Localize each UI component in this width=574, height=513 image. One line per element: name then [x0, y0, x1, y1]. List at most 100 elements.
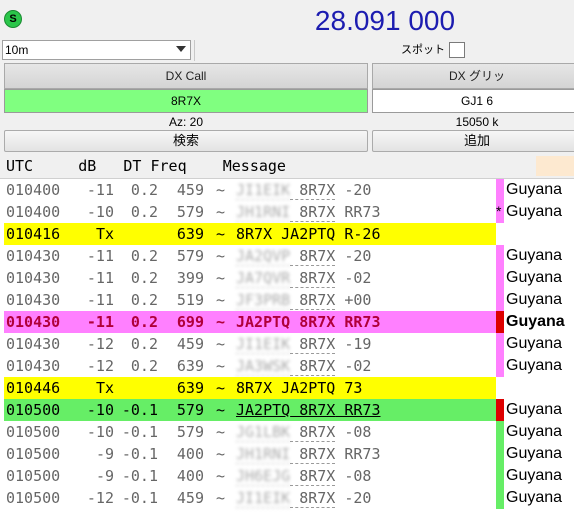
cell-freq: 579: [176, 423, 204, 441]
cell-dt: -0.1: [121, 445, 158, 463]
cell-message: JA7QVR 8R7X -02: [236, 269, 371, 288]
message-tail: RR73: [335, 445, 381, 463]
table-row[interactable]: 010500 -10 -0.1 579 ~ JG1LBK 8R7X -08 Guyana: [0, 421, 574, 443]
dx-grid-header[interactable]: DX グリッ: [372, 63, 574, 89]
table-row[interactable]: 010500 -9 -0.1 400 ~ JH1RNI 8R7X RR73 Guyana: [0, 443, 574, 465]
cell-db: -10: [86, 401, 114, 419]
cell-freq: 639: [176, 357, 204, 375]
divider: [194, 40, 195, 61]
cell-message: JA2PTQ 8R7X RR73: [236, 313, 381, 331]
table-header-text: UTC dB DT Freq Message: [6, 157, 286, 175]
cell-dt: -0.1: [121, 489, 158, 507]
message-tail: -20: [335, 247, 372, 265]
chevron-down-icon[interactable]: [176, 46, 186, 52]
message-tail: -08: [335, 423, 372, 441]
table-row[interactable]: 010400 -11 0.2 459 ~ JI1EIK 8R7X -20 Guyana: [0, 179, 574, 201]
cell-dt: 0.2: [130, 291, 158, 309]
dx-grid-field[interactable]: GJ1 6: [372, 89, 574, 113]
table-row[interactable]: 010430 -11 0.2 579 ~ JA2QVP 8R7X -20 Guyana: [0, 245, 574, 267]
message-tail: -20: [335, 181, 372, 199]
dx-call-header[interactable]: DX Call: [4, 63, 368, 89]
cell-db: -10: [86, 203, 114, 221]
row-country: Guyana: [506, 203, 563, 220]
cell-db: -12: [86, 335, 114, 353]
cell-utc: 010430: [6, 291, 61, 309]
distance-label: 15050 k: [455, 115, 499, 129]
row-marker: [496, 289, 504, 311]
row-country: Guyana: [506, 247, 563, 264]
message-call2: 8R7X: [290, 357, 336, 376]
band-select[interactable]: 10m: [2, 40, 191, 60]
row-marker: [496, 465, 504, 487]
cell-db: -11: [86, 181, 114, 199]
cell-db: -11: [86, 247, 114, 265]
cell-tilde: ~: [216, 467, 226, 485]
cell-utc: 010446: [6, 379, 61, 397]
table-row[interactable]: 010430 -12 0.2 639 ~ JA3WSK 8R7X -02 Guyana: [0, 355, 574, 377]
table-row[interactable]: 010416 Tx 639 ~8R7X JA2PTQ R-26: [0, 223, 574, 245]
cell-freq: 399: [176, 269, 204, 287]
cell-message: JI1EIK 8R7X -20: [236, 181, 372, 200]
cell-dt: -0.1: [121, 401, 158, 419]
spot-checkbox[interactable]: [449, 42, 465, 58]
cell-db: -9: [95, 445, 114, 463]
message-call2: 8R7X: [290, 247, 336, 266]
message-call2: JA2PTQ: [272, 225, 336, 243]
cell-utc: 010400: [6, 181, 61, 199]
cell-message: JH6EJG 8R7X -08: [236, 467, 371, 486]
row-marker: [496, 399, 504, 421]
add-button[interactable]: 追加: [372, 130, 574, 152]
cell-freq: 519: [176, 291, 204, 309]
message-call2: 8R7X: [290, 335, 336, 354]
message-call1: JH1RNI: [236, 445, 291, 464]
cell-message: JG1LBK 8R7X -08: [236, 423, 372, 442]
cell-tilde: ~: [216, 225, 226, 243]
message-call1: JH6EJG: [236, 467, 291, 486]
cell-db: -11: [86, 291, 114, 309]
row-marker: [496, 267, 504, 289]
table-row[interactable]: 010446 Tx 639 ~8R7X JA2PTQ 73: [0, 377, 574, 399]
message-tail: R-26: [335, 225, 381, 243]
cell-tilde: ~: [216, 269, 226, 287]
row-marker: [496, 333, 504, 355]
band-select-value: 10m: [5, 43, 29, 57]
dx-call-field[interactable]: 8R7X: [4, 89, 368, 113]
table-row[interactable]: 010500 -12 -0.1 459 ~ JI1EIK 8R7X -20 Guyana: [0, 487, 574, 509]
message-call2: JA2PTQ: [272, 379, 336, 397]
cell-utc: 010430: [6, 313, 61, 331]
cell-dt: 0.2: [130, 181, 158, 199]
cell-db: -12: [86, 357, 114, 375]
lookup-button[interactable]: 検索: [4, 130, 368, 152]
table-row[interactable]: 010430 -11 0.2 399 ~ JA7QVR 8R7X -02 Guyana: [0, 267, 574, 289]
cell-freq: 699: [176, 313, 204, 331]
cell-message: 8R7X JA2PTQ 73: [236, 379, 362, 397]
table-row[interactable]: 010430 -11 0.2 699 ~ JA2PTQ 8R7X RR73 Guyana: [0, 311, 574, 333]
cell-message: JI1EIK 8R7X -19: [236, 335, 371, 354]
table-row[interactable]: 010500 -9 -0.1 400 ~ JH6EJG 8R7X -08 Guyana: [0, 465, 574, 487]
message-call2: 8R7X: [290, 203, 336, 222]
cell-db: -11: [86, 313, 114, 331]
table-header-extra: [536, 156, 574, 176]
cell-db: -11: [86, 269, 114, 287]
decode-table[interactable]: UTC dB DT Freq Message 010400 -11 0.2 459 ~ J…: [0, 154, 574, 513]
cell-freq: 639: [176, 225, 204, 243]
row-country: Guyana: [506, 181, 563, 198]
cell-tilde: ~: [216, 181, 226, 199]
message-call1: 8R7X: [236, 379, 273, 397]
cell-message: JH1RNI 8R7X RR73: [236, 445, 381, 464]
message-tail: RR73: [335, 203, 381, 221]
row-country: Guyana: [506, 269, 563, 286]
table-row[interactable]: 010430 -11 0.2 519 ~ JF3PRB 8R7X +00 Guyana: [0, 289, 574, 311]
cell-tilde: ~: [216, 379, 226, 397]
table-row[interactable]: 010500 -10 -0.1 579 ~ JA2PTQ 8R7X RR73 Guyana: [0, 399, 574, 421]
cell-freq: 579: [176, 203, 204, 221]
cell-utc: 010430: [6, 269, 61, 287]
table-row[interactable]: 010430 -12 0.2 459 ~ JI1EIK 8R7X -19 Guyana: [0, 333, 574, 355]
row-marker: [496, 443, 504, 465]
table-row[interactable]: 010400 -10 0.2 579 ~ JH1RNI 8R7X RR73 * Guyana: [0, 201, 574, 223]
cell-utc: 010500: [6, 423, 61, 441]
cell-db: Tx: [95, 225, 114, 243]
status-badge[interactable]: S: [4, 10, 22, 28]
cell-utc: 010500: [6, 445, 61, 463]
row-country: Guyana: [506, 489, 563, 506]
